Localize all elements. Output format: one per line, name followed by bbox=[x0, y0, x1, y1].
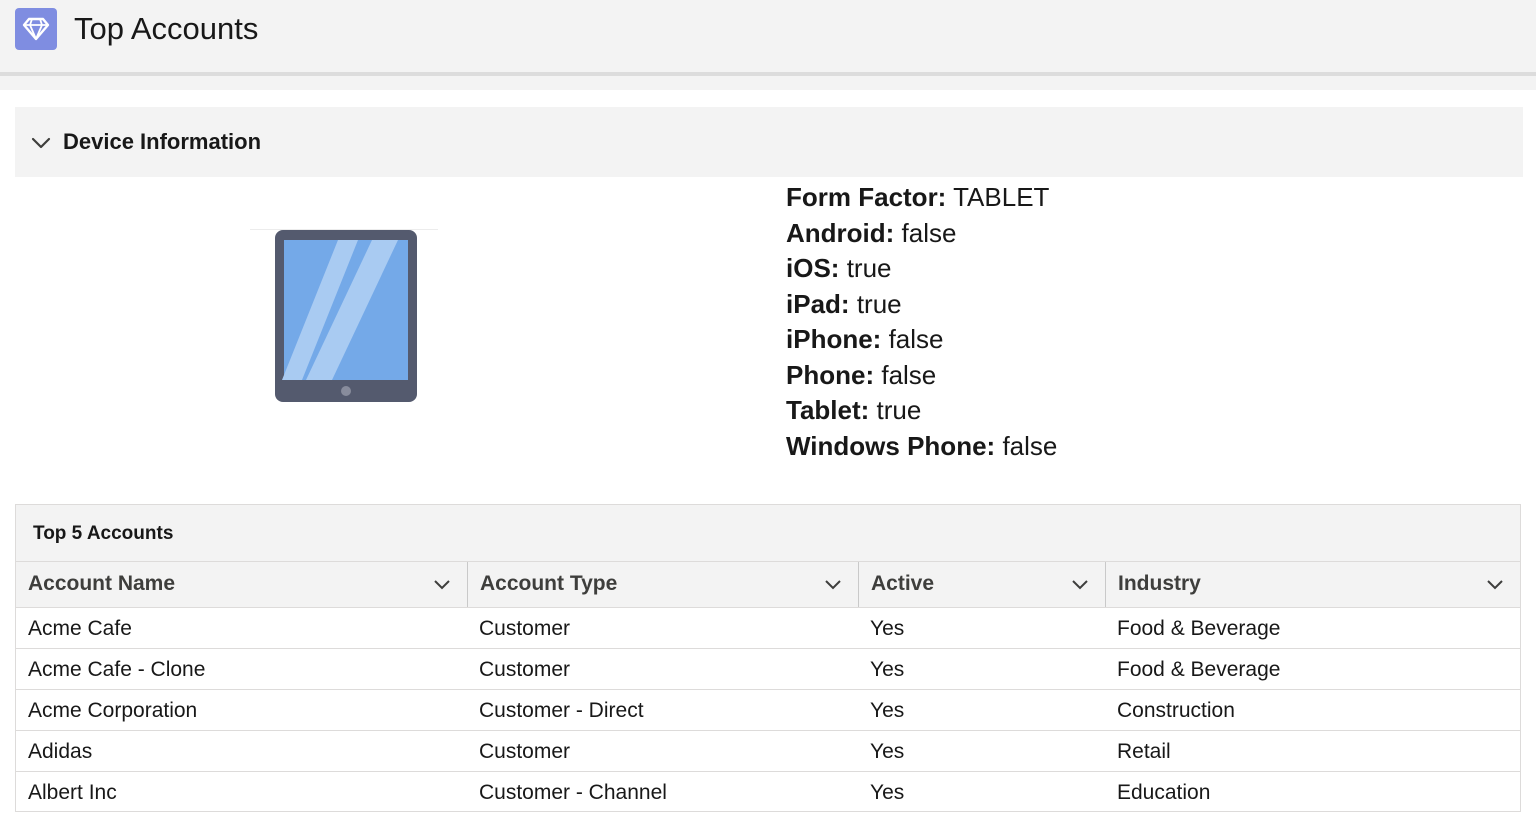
cell-industry: Food & Beverage bbox=[1117, 658, 1281, 681]
cell-account-type: Customer bbox=[479, 740, 571, 763]
cell-account-type: Customer - Channel bbox=[479, 781, 667, 804]
cell-industry: Construction bbox=[1117, 699, 1235, 722]
device-info-list: Form Factor: TABLET Android: false iOS: … bbox=[786, 180, 1057, 464]
device-info-item: Windows Phone: false bbox=[786, 430, 1058, 461]
cell-industry: Education bbox=[1117, 781, 1211, 804]
card-header: Top 5 Accounts bbox=[16, 505, 1520, 562]
cell-account-type: Customer bbox=[479, 658, 571, 681]
table-header: Account Name Account Type Active Industr… bbox=[16, 562, 1520, 608]
cell-industry: Food & Beverage bbox=[1117, 617, 1281, 640]
column-header-account-type[interactable]: Account Type bbox=[468, 562, 859, 607]
cell-account-name: Adidas bbox=[28, 740, 93, 763]
section-title[interactable]: Device Information bbox=[63, 129, 261, 155]
app-header: Top Accounts bbox=[0, 0, 1536, 76]
table-row[interactable]: Acme Corporation Customer - Direct Yes C… bbox=[16, 690, 1520, 731]
device-info-item: iOS: true bbox=[786, 253, 892, 283]
cell-account-name: Acme Cafe - Clone bbox=[28, 658, 206, 681]
cell-active: Yes bbox=[870, 658, 905, 681]
column-header-account-name[interactable]: Account Name bbox=[16, 562, 468, 607]
column-header-industry[interactable]: Industry bbox=[1106, 562, 1520, 607]
cell-account-name: Albert Inc bbox=[28, 781, 117, 804]
device-info-item: Android: false bbox=[786, 217, 957, 248]
cell-account-type: Customer - Direct bbox=[479, 699, 644, 722]
accounts-card: Top 5 Accounts Account Name Account Type… bbox=[15, 504, 1521, 812]
chevron-down-icon[interactable] bbox=[1486, 579, 1504, 591]
cell-account-type: Customer bbox=[479, 617, 571, 640]
cell-account-name: Acme Cafe bbox=[28, 617, 132, 640]
chevron-down-icon[interactable] bbox=[1071, 579, 1089, 591]
tablet-icon bbox=[275, 230, 417, 402]
table-row[interactable]: Adidas Customer Yes Retail bbox=[16, 731, 1520, 772]
device-info-item: iPad: true bbox=[786, 288, 902, 319]
table-row[interactable]: Acme Cafe - Clone Customer Yes Food & Be… bbox=[16, 649, 1520, 690]
device-info-item: Phone: false bbox=[786, 359, 937, 390]
table-row[interactable]: Acme Cafe Customer Yes Food & Beverage bbox=[16, 608, 1520, 649]
chevron-down-icon[interactable] bbox=[30, 134, 52, 152]
cell-active: Yes bbox=[870, 781, 905, 804]
cell-active: Yes bbox=[870, 740, 905, 763]
header-spacer bbox=[0, 76, 1536, 90]
column-header-active[interactable]: Active bbox=[859, 562, 1106, 607]
card-title: Top 5 Accounts bbox=[33, 523, 174, 544]
cell-active: Yes bbox=[870, 699, 905, 722]
page-title: Top Accounts bbox=[74, 11, 259, 46]
device-info-item: Tablet: true bbox=[786, 395, 922, 425]
cell-industry: Retail bbox=[1117, 740, 1171, 763]
device-info-item: Form Factor: TABLET bbox=[786, 182, 1050, 212]
cell-active: Yes bbox=[870, 617, 905, 640]
chevron-down-icon[interactable] bbox=[433, 579, 451, 591]
chevron-down-icon[interactable] bbox=[824, 579, 842, 591]
diamond-icon bbox=[15, 8, 57, 50]
cell-account-name: Acme Corporation bbox=[28, 699, 198, 722]
table-row[interactable]: Albert Inc Customer - Channel Yes Educat… bbox=[16, 772, 1520, 813]
device-info-item: iPhone: false bbox=[786, 324, 944, 354]
